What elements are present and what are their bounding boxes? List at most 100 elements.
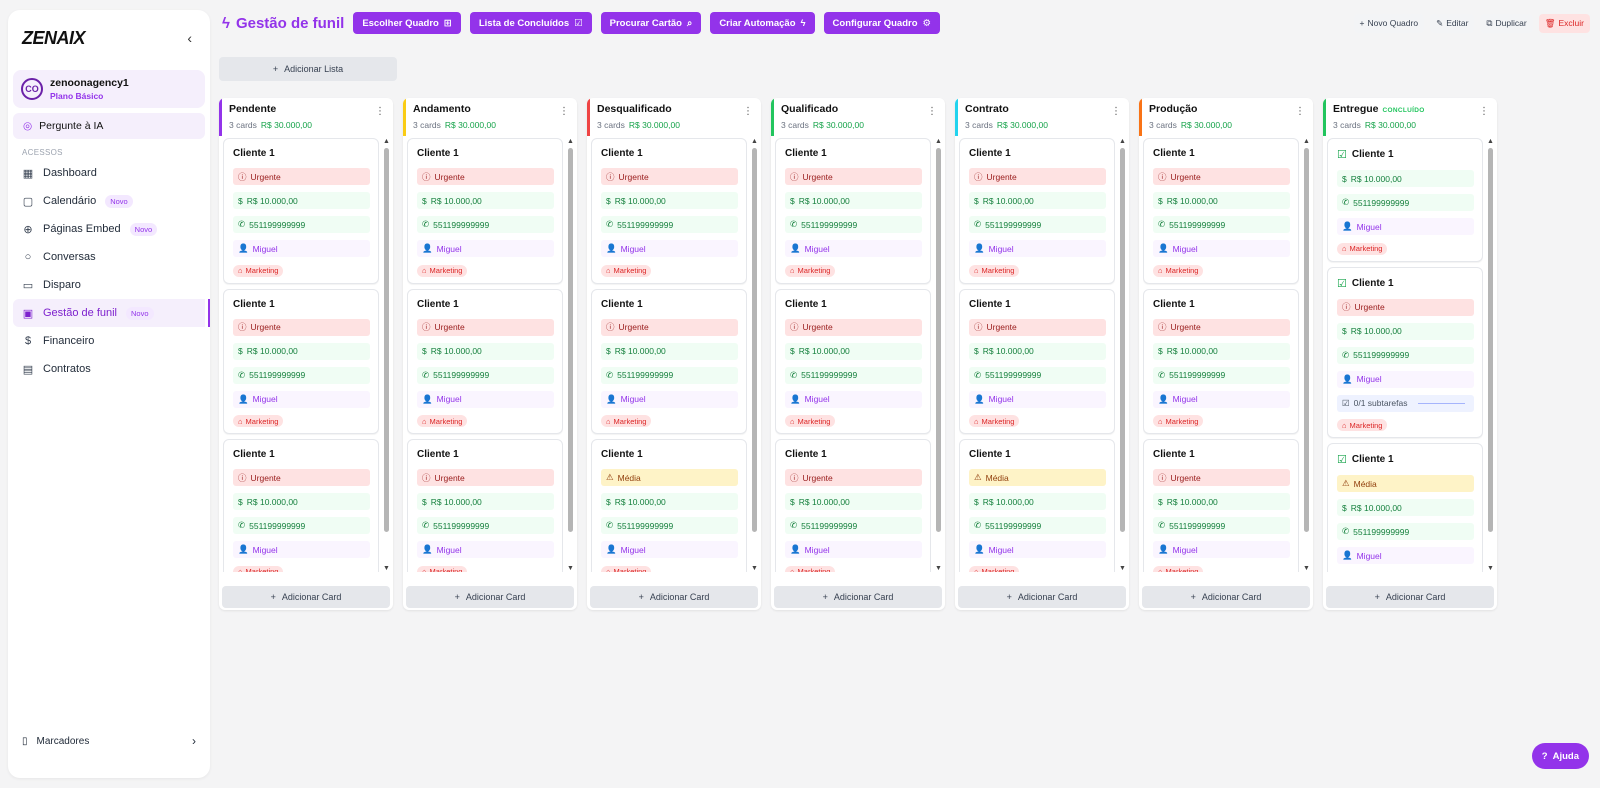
sidebar-item-disparo[interactable]: ▭ Disparo xyxy=(8,271,210,299)
account-switcher[interactable]: CO zenoonagency1 Plano Básico xyxy=(13,70,205,108)
add-card-button[interactable]: + Adicionar Card xyxy=(958,586,1126,608)
scrollbar[interactable]: ▲ ▼ xyxy=(751,138,758,572)
deal-card[interactable]: Cliente 1 ⓘ Urgente $ R$ 10.000,00 ✆ 551199999… xyxy=(591,138,747,284)
sidebar-item-calendario[interactable]: ▢ Calendário Novo xyxy=(8,187,210,215)
deal-card[interactable]: Cliente 1 ⓘ Urgente $ R$ 10.000,00 ✆ 551199999… xyxy=(959,138,1115,284)
novo-quadro-button[interactable]: + Novo Quadro xyxy=(1353,13,1425,33)
add-card-button[interactable]: + Adicionar Card xyxy=(222,586,390,608)
deal-card[interactable]: Cliente 1 ⚠ Média $ R$ 10.000,00 ✆ 55119999999… xyxy=(591,439,747,572)
scrollbar-thumb[interactable] xyxy=(1303,148,1309,532)
priority-badge: ⓘ Urgente xyxy=(601,318,738,336)
scrollbar[interactable]: ▲ ▼ xyxy=(1487,138,1494,572)
add-card-button[interactable]: + Adicionar Card xyxy=(1326,586,1494,608)
more-vertical-icon[interactable]: ⋮ xyxy=(927,107,937,117)
deal-card[interactable]: Cliente 1 ⓘ Urgente $ R$ 10.000,00 ✆ 551199999… xyxy=(223,439,379,572)
dollar-icon: $ xyxy=(790,195,795,206)
add-card-button[interactable]: + Adicionar Card xyxy=(774,586,942,608)
add-list-button[interactable]: + Adicionar Lista xyxy=(219,57,397,81)
scrollbar-thumb[interactable] xyxy=(1487,148,1493,532)
deal-card[interactable]: Cliente 1 ⓘ Urgente $ R$ 10.000,00 ✆ 551199999… xyxy=(223,138,379,284)
more-vertical-icon[interactable]: ⋮ xyxy=(375,107,385,117)
deal-card[interactable]: Cliente 1 ⚠ Média $ R$ 10.000,00 ✆ 55119999999… xyxy=(959,439,1115,572)
card-title-text: Cliente 1 xyxy=(969,298,1011,310)
chevron-up-icon[interactable]: ▲ xyxy=(1119,138,1126,145)
add-card-button[interactable]: + Adicionar Card xyxy=(590,586,758,608)
sidebar-item-conversas[interactable]: ○ Conversas xyxy=(8,243,210,271)
header-button-procurar-cart-o[interactable]: Procurar Cartão ⌕ xyxy=(600,12,702,34)
deal-card[interactable]: Cliente 1 ⓘ Urgente $ R$ 10.000,00 ✆ 551199999… xyxy=(775,439,931,572)
deal-card[interactable]: ☑ Cliente 1 ⚠ Média $ R$ 10.000,00 ✆ 5511999999… xyxy=(1327,443,1483,572)
bookmarks-button[interactable]: ▯ Marcadores › xyxy=(8,730,210,752)
sidebar-item-dashboard[interactable]: ▦ Dashboard xyxy=(8,159,210,187)
sidebar-item-financeiro[interactable]: $ Financeiro xyxy=(8,327,210,355)
deal-value: $ R$ 10.000,00 xyxy=(601,192,738,209)
duplicar-button[interactable]: ⧉ Duplicar xyxy=(1480,13,1533,33)
chevron-down-icon[interactable]: ▼ xyxy=(383,565,390,572)
card-list: Cliente 1 ⓘ Urgente $ R$ 10.000,00 ✆ 551199999… xyxy=(407,138,563,572)
deal-card[interactable]: Cliente 1 ⓘ Urgente $ R$ 10.000,00 ✆ 551199999… xyxy=(591,288,747,434)
deal-card[interactable]: Cliente 1 ⓘ Urgente $ R$ 10.000,00 ✆ 551199999… xyxy=(407,138,563,284)
tag-text: Marketing xyxy=(1349,420,1383,430)
header-button-configurar-quadro[interactable]: Configurar Quadro ⚙ xyxy=(823,12,941,34)
scrollbar[interactable]: ▲ ▼ xyxy=(383,138,390,572)
card-title-text: Cliente 1 xyxy=(233,148,275,159)
more-vertical-icon[interactable]: ⋮ xyxy=(1479,107,1489,117)
chevron-down-icon[interactable]: ▼ xyxy=(1119,565,1126,572)
chevron-up-icon[interactable]: ▲ xyxy=(751,138,758,145)
add-card-button[interactable]: + Adicionar Card xyxy=(406,586,574,608)
add-card-button[interactable]: + Adicionar Card xyxy=(1142,586,1310,608)
chevron-down-icon[interactable]: ▼ xyxy=(751,565,758,572)
phone-icon: ✆ xyxy=(606,369,614,380)
scrollbar[interactable]: ▲ ▼ xyxy=(1119,138,1126,572)
chevron-up-icon[interactable]: ▲ xyxy=(1487,138,1494,145)
chevron-down-icon[interactable]: ▼ xyxy=(1487,565,1494,572)
deal-card[interactable]: ☑ Cliente 1 $ R$ 10.000,00 ✆ 551199999999 👤 Mig… xyxy=(1327,138,1483,262)
deal-card[interactable]: Cliente 1 ⓘ Urgente $ R$ 10.000,00 ✆ 551199999… xyxy=(959,288,1115,434)
scrollbar-thumb[interactable] xyxy=(751,148,757,532)
scrollbar-thumb[interactable] xyxy=(383,148,389,532)
chevron-down-icon[interactable]: ▼ xyxy=(1303,565,1310,572)
chevron-up-icon[interactable]: ▲ xyxy=(1303,138,1310,145)
header-button-escolher-quadro[interactable]: Escolher Quadro ⊞ xyxy=(353,12,461,34)
scrollbar[interactable]: ▲ ▼ xyxy=(567,138,574,572)
sidebar-item-contratos[interactable]: ▤ Contratos xyxy=(8,355,210,383)
deal-card[interactable]: Cliente 1 ⓘ Urgente $ R$ 10.000,00 ✆ 551199999… xyxy=(775,288,931,434)
deal-card[interactable]: Cliente 1 ⓘ Urgente $ R$ 10.000,00 ✆ 551199999… xyxy=(1143,288,1299,434)
deal-card[interactable]: Cliente 1 ⓘ Urgente $ R$ 10.000,00 ✆ 551199999… xyxy=(1143,138,1299,284)
header-button-criar-automa-o[interactable]: Criar Automação ϟ xyxy=(710,12,815,34)
chevron-up-icon[interactable]: ▲ xyxy=(935,138,942,145)
deal-card[interactable]: Cliente 1 ⓘ Urgente $ R$ 10.000,00 ✆ 551199999… xyxy=(1143,439,1299,572)
more-vertical-icon[interactable]: ⋮ xyxy=(1295,107,1305,117)
more-vertical-icon[interactable]: ⋮ xyxy=(743,107,753,117)
excluir-button[interactable]: 🗑 Excluir xyxy=(1538,13,1590,33)
more-vertical-icon[interactable]: ⋮ xyxy=(559,107,569,117)
deal-value-text: R$ 10.000,00 xyxy=(982,195,1034,206)
collapse-sidebar-icon[interactable]: ‹ xyxy=(187,30,192,46)
deal-card[interactable]: Cliente 1 ⓘ Urgente $ R$ 10.000,00 ✆ 551199999… xyxy=(407,439,563,572)
chevron-down-icon[interactable]: ▼ xyxy=(935,565,942,572)
deal-card[interactable]: Cliente 1 ⓘ Urgente $ R$ 10.000,00 ✆ 551199999… xyxy=(223,288,379,434)
sidebar-item-paginas-embed[interactable]: ⊕ Páginas Embed Novo xyxy=(8,215,210,243)
deal-card[interactable]: ☑ Cliente 1 ⓘ Urgente $ R$ 10.000,00 ✆ 55119999… xyxy=(1327,266,1483,438)
tag-text: Marketing xyxy=(245,266,279,275)
chevron-up-icon[interactable]: ▲ xyxy=(383,138,390,145)
ask-ai-button[interactable]: ◎ Pergunte à IA xyxy=(13,113,205,139)
scrollbar-thumb[interactable] xyxy=(1119,148,1125,532)
scrollbar[interactable]: ▲ ▼ xyxy=(935,138,942,572)
scrollbar[interactable]: ▲ ▼ xyxy=(1303,138,1310,572)
chevron-down-icon[interactable]: ▼ xyxy=(567,565,574,572)
tag-badge: ⌂Marketing xyxy=(969,415,1020,427)
deal-card[interactable]: Cliente 1 ⓘ Urgente $ R$ 10.000,00 ✆ 551199999… xyxy=(407,288,563,434)
scrollbar-thumb[interactable] xyxy=(567,148,573,532)
scrollbar-thumb[interactable] xyxy=(935,148,941,532)
assignee: 👤 Miguel xyxy=(1337,547,1474,564)
header-button-lista-de-conclu-dos[interactable]: Lista de Concluídos ☑ xyxy=(469,12,592,34)
more-vertical-icon[interactable]: ⋮ xyxy=(1111,107,1121,117)
editar-button[interactable]: ✎ Editar xyxy=(1430,13,1475,33)
chevron-up-icon[interactable]: ▲ xyxy=(567,138,574,145)
sidebar-item-gestao-de-funil[interactable]: ▣ Gestão de funil Novo xyxy=(13,299,210,327)
header-button-label: Escolher Quadro xyxy=(362,17,439,29)
sidebar-item-label: Páginas Embed xyxy=(43,223,121,235)
deal-card[interactable]: Cliente 1 ⓘ Urgente $ R$ 10.000,00 ✆ 551199999… xyxy=(775,138,931,284)
help-button[interactable]: ? Ajuda xyxy=(1531,743,1589,769)
